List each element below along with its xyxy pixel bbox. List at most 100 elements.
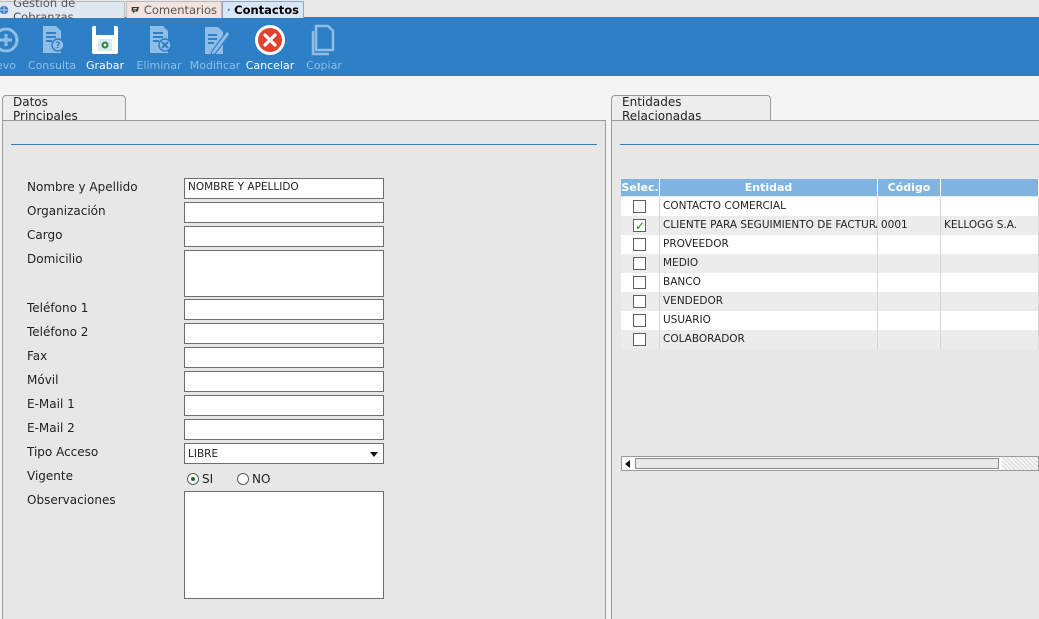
tab-datos-principales[interactable]: Datos Principales — [2, 95, 126, 123]
grabar-button[interactable]: Grabar — [79, 23, 131, 73]
scroll-left-icon[interactable] — [625, 460, 630, 468]
tab-label: Comentarios — [143, 3, 217, 17]
table-row[interactable]: MEDIO — [621, 254, 1039, 273]
cargo-field[interactable] — [184, 226, 384, 247]
scroll-track[interactable] — [1002, 457, 1038, 470]
column-header-selec[interactable]: Selec. — [621, 179, 660, 196]
entidad-cell: VENDEDOR — [660, 292, 878, 311]
eliminar-button[interactable]: Eliminar — [133, 23, 185, 73]
column-header-codigo[interactable]: Código — [878, 179, 941, 196]
select-cell — [621, 292, 660, 311]
label-telefono1: Teléfono 1 — [27, 301, 89, 315]
copiar-button[interactable]: Copiar — [298, 23, 350, 73]
scroll-thumb[interactable] — [635, 458, 999, 469]
checkbox[interactable] — [633, 314, 646, 327]
query-document-icon: ? — [43, 26, 65, 53]
tab-gestion-cobranzas[interactable]: Gestión de Cobranzas — [0, 0, 125, 24]
toolbar: evo ? Consulta Grabar Eliminar Modificar… — [0, 19, 1039, 76]
extra-cell — [941, 254, 1039, 273]
checkbox[interactable] — [633, 276, 646, 289]
copiar-label: Copiar — [306, 59, 342, 72]
tab-entidades-relacionadas[interactable]: Entidades Relacionadas — [611, 94, 771, 123]
entidad-cell: CONTACTO COMERCIAL — [660, 197, 878, 216]
telefono1-field[interactable] — [184, 299, 384, 320]
globe-icon — [0, 5, 9, 15]
movil-field[interactable] — [184, 371, 384, 392]
svg-text:?: ? — [55, 41, 60, 51]
contact-icon — [227, 8, 230, 12]
label-nombre: Nombre y Apellido — [27, 180, 138, 194]
nombre-field[interactable]: NOMBRE Y APELLIDO — [184, 178, 384, 199]
label-telefono2: Teléfono 2 — [27, 325, 89, 339]
modificar-label: Modificar — [189, 59, 241, 72]
entidad-cell: PROVEEDOR — [660, 235, 878, 254]
tab-contactos[interactable]: Contactos — [222, 1, 304, 18]
table-row[interactable]: VENDEDOR — [621, 292, 1039, 311]
consulta-button[interactable]: ? Consulta — [26, 23, 78, 73]
domicilio-field[interactable] — [184, 250, 384, 297]
extra-cell — [941, 330, 1039, 349]
checkbox[interactable] — [633, 238, 646, 251]
tab-label: Entidades Relacionadas — [622, 94, 702, 123]
extra-cell — [941, 311, 1039, 330]
tab-label: Contactos — [234, 3, 299, 17]
label-domicilio: Domicilio — [27, 252, 83, 266]
label-vigente: Vigente — [27, 469, 73, 483]
label-cargo: Cargo — [27, 228, 63, 242]
label-organizacion: Organización — [27, 204, 106, 218]
entidad-cell: COLABORADOR — [660, 330, 878, 349]
telefono2-field[interactable] — [184, 323, 384, 344]
select-cell — [621, 254, 660, 273]
table-row[interactable]: CLIENTE PARA SEGUIMIENTO DE FACTURAS0001… — [621, 216, 1039, 235]
column-header-entidad[interactable]: Entidad — [660, 179, 878, 196]
tipo-acceso-value: LIBRE — [188, 448, 219, 460]
radio-label-si: SI — [202, 472, 214, 486]
checkbox[interactable] — [633, 333, 646, 346]
tipo-acceso-select[interactable]: LIBRE — [184, 443, 384, 464]
select-cell — [621, 330, 660, 349]
email2-field[interactable] — [184, 419, 384, 440]
table-row[interactable]: COLABORADOR — [621, 330, 1039, 349]
eliminar-label: Eliminar — [136, 59, 182, 72]
fax-field[interactable] — [184, 347, 384, 368]
label-fax: Fax — [27, 349, 48, 363]
select-cell — [621, 311, 660, 330]
radio-selected-icon — [187, 473, 199, 485]
entidad-cell: CLIENTE PARA SEGUIMIENTO DE FACTURAS — [660, 216, 878, 235]
dropdown-arrow-icon — [370, 452, 378, 457]
tab-comentarios[interactable]: Comentarios — [126, 1, 222, 18]
table-row[interactable]: PROVEEDOR — [621, 235, 1039, 254]
checkbox[interactable] — [633, 257, 646, 270]
codigo-cell — [878, 273, 941, 292]
cancelar-button[interactable]: Cancelar — [244, 23, 296, 73]
email1-field[interactable] — [184, 395, 384, 416]
radio-label-no: NO — [252, 472, 271, 486]
label-observaciones: Observaciones — [27, 493, 116, 507]
extra-cell — [941, 235, 1039, 254]
codigo-cell — [878, 235, 941, 254]
checkbox-checked[interactable] — [633, 217, 646, 235]
horizontal-scrollbar[interactable] — [621, 456, 1039, 471]
entidad-cell: USUARIO — [660, 311, 878, 330]
modificar-button[interactable]: Modificar — [189, 23, 241, 73]
table-row[interactable]: CONTACTO COMERCIAL — [621, 197, 1039, 216]
codigo-cell — [878, 197, 941, 216]
column-header-extra[interactable] — [941, 179, 1039, 196]
grabar-label: Grabar — [85, 59, 125, 72]
vigente-no-radio[interactable]: NO — [237, 472, 270, 486]
entidad-cell: BANCO — [660, 273, 878, 292]
table-row[interactable]: BANCO — [621, 273, 1039, 292]
organizacion-field[interactable] — [184, 202, 384, 223]
checkbox[interactable] — [633, 295, 646, 308]
table-row[interactable]: USUARIO — [621, 311, 1039, 330]
delete-document-icon — [150, 26, 172, 53]
checkbox[interactable] — [633, 200, 646, 213]
separator-line — [11, 144, 597, 145]
edit-pencil-icon — [205, 27, 231, 56]
label-email2: E-Mail 2 — [27, 421, 75, 435]
entidad-cell: MEDIO — [660, 254, 878, 273]
label-tipo-acceso: Tipo Acceso — [27, 445, 99, 459]
observaciones-field[interactable] — [184, 491, 384, 599]
comment-icon — [131, 7, 140, 14]
vigente-si-radio[interactable]: SI — [187, 472, 213, 486]
